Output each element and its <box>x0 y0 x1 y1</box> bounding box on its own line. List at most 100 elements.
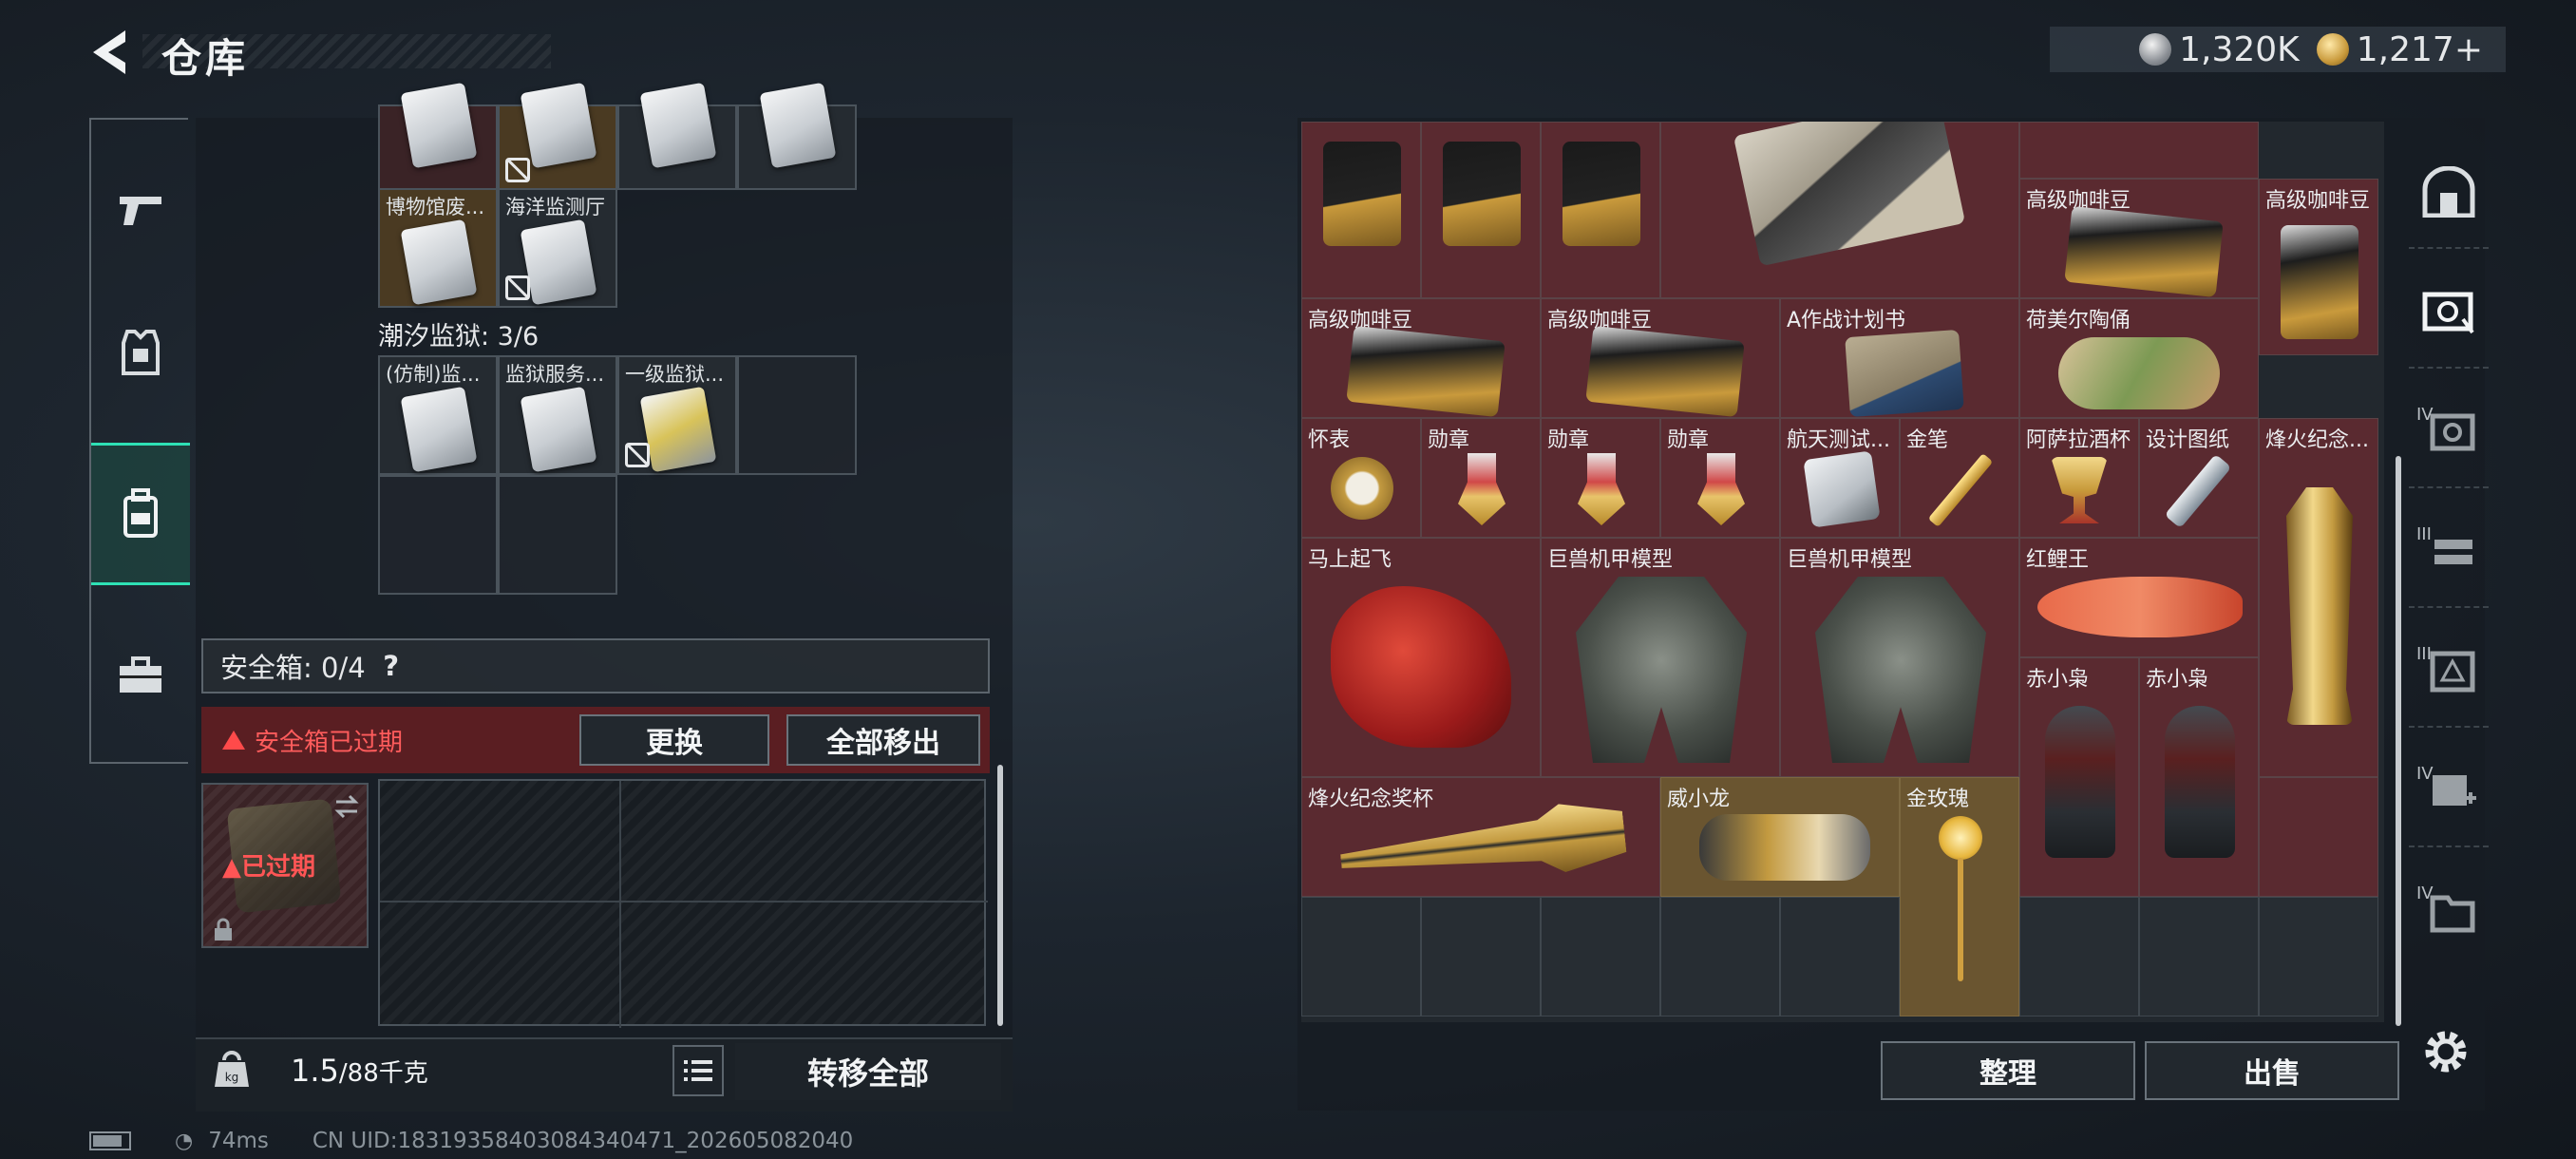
sell-button[interactable]: 出售 <box>2145 1041 2399 1100</box>
armor-vest-icon <box>122 330 160 375</box>
stash-item-coffee-large[interactable]: 高级咖啡豆 <box>1301 298 1541 418</box>
stash-cell-empty[interactable] <box>1780 897 1900 1016</box>
stash-cell-empty[interactable] <box>1421 897 1541 1016</box>
stash-cell-empty[interactable] <box>2259 777 2378 897</box>
stash-item-mech[interactable]: 巨兽机甲模型 <box>1780 538 2019 777</box>
tab-main-stash[interactable] <box>2409 137 2489 249</box>
battery-icon <box>89 1131 131 1150</box>
unbound-icon <box>505 276 530 300</box>
chip-image <box>1733 122 1966 267</box>
stash-item-gold-rose[interactable]: 金玫瑰 <box>1900 777 2019 1016</box>
back-button[interactable] <box>87 27 135 78</box>
nav-weapons[interactable] <box>91 139 190 281</box>
status-footer: ◔ 74ms CN UID:18319358403084340471_20260… <box>89 1129 853 1153</box>
stash-item-chip[interactable] <box>1660 122 2019 298</box>
item-label: 监狱服务... <box>505 363 605 386</box>
tab-stash-3[interactable]: III <box>2409 496 2489 608</box>
stash-item-coffee-large[interactable]: 高级咖啡豆 <box>2019 179 2259 298</box>
move-all-out-button[interactable]: 全部移出 <box>786 714 980 766</box>
stash-item-coffee[interactable] <box>1421 122 1541 298</box>
replace-button[interactable]: 更换 <box>579 714 769 766</box>
tab-stash-2[interactable]: IV <box>2409 376 2489 488</box>
nav-armor[interactable] <box>91 281 190 424</box>
stash-item-coffee-tall[interactable]: 高级咖啡豆 <box>2259 179 2378 355</box>
stash-item-coffee[interactable] <box>1541 122 1660 298</box>
stash-item-dragon[interactable]: 威小龙 <box>1660 777 1900 897</box>
stash-cell-empty[interactable] <box>1660 897 1780 1016</box>
container-cell-empty[interactable] <box>378 475 498 595</box>
stash-scrollbar[interactable] <box>2396 456 2401 1026</box>
trophy-image <box>2286 487 2353 725</box>
keycard-icon <box>759 82 837 169</box>
coffee-bag-image <box>2064 205 2224 298</box>
keycard-icon <box>639 386 717 473</box>
stash-item-pocket-watch[interactable]: 怀表 <box>1301 418 1421 538</box>
stash-item-owl[interactable]: 赤小枭 <box>2139 657 2259 897</box>
tab-stash-5[interactable]: IV <box>2409 735 2489 847</box>
stash-item-gold-pen[interactable]: 金笔 <box>1900 418 2019 538</box>
nav-case[interactable] <box>91 604 190 747</box>
stash-item-medal[interactable]: 勋章 <box>1421 418 1541 538</box>
container-cell[interactable]: 一级监狱... <box>617 355 737 475</box>
container-cell[interactable]: 博物馆废... <box>378 188 498 308</box>
stash-item-horse[interactable]: 马上起飞 <box>1301 538 1541 777</box>
medal-image <box>1578 453 1625 525</box>
goblet-image <box>2051 457 2108 523</box>
stash-item-top[interactable] <box>2019 122 2259 179</box>
stash-grid: 高级咖啡豆 高级咖啡豆 高级咖啡豆 高级咖啡豆 A作战计划书 荷美尔陶俑 怀表 … <box>1301 122 2384 1022</box>
keycard-icon <box>400 218 478 306</box>
left-scrollbar[interactable] <box>997 765 1003 1026</box>
stash-item-blueprint[interactable]: 设计图纸 <box>2139 418 2259 538</box>
stash-item-medal[interactable]: 勋章 <box>1541 418 1660 538</box>
list-view-button[interactable] <box>672 1045 724 1096</box>
item-label: 一级监狱... <box>625 363 725 386</box>
container-cell[interactable] <box>737 82 857 190</box>
container-cell[interactable] <box>378 82 498 190</box>
stash-item-plan-book[interactable]: A作战计划书 <box>1780 298 2019 418</box>
stash-tab-nav: IV III III IV IV <box>2409 118 2489 1030</box>
stash-cell-empty[interactable] <box>1301 897 1421 1016</box>
settings-gear-icon[interactable] <box>2420 1026 2472 1077</box>
stash-item-coffee-large[interactable]: 高级咖啡豆 <box>1541 298 1780 418</box>
backpack-icon <box>123 488 158 538</box>
help-icon[interactable]: ? <box>375 650 407 682</box>
tab-stash-6[interactable]: IV <box>2409 855 2489 967</box>
stash-item-medal[interactable]: 勋章 <box>1660 418 1780 538</box>
container-cell-empty[interactable] <box>498 475 617 595</box>
stash-item-owl[interactable]: 赤小枭 <box>2019 657 2139 897</box>
container-cell[interactable]: 监狱服务... <box>498 355 617 475</box>
owl-figure-image <box>2045 706 2115 858</box>
safe-box-icon <box>2422 292 2474 334</box>
back-arrow-icon <box>93 30 125 74</box>
keycard-icon <box>639 82 717 169</box>
container-cell-empty[interactable] <box>737 355 857 475</box>
stash-item-test-disk[interactable]: 航天测试... <box>1780 418 1900 538</box>
container-cell[interactable]: (仿制)监... <box>378 355 498 475</box>
stash-item-koi[interactable]: 红鲤王 <box>2019 538 2259 657</box>
currency-gold[interactable]: 1,217+ <box>2316 30 2483 69</box>
tab-stash-1[interactable] <box>2409 256 2489 369</box>
transfer-all-button[interactable]: 转移全部 <box>735 1043 1001 1100</box>
container-cell[interactable]: 海洋监测厅 <box>498 188 617 308</box>
stash-cell-empty[interactable] <box>2259 897 2378 1016</box>
weight-value: 1.5/88千克 <box>291 1053 428 1089</box>
padlock-icon <box>215 918 232 940</box>
item-label: (仿制)监... <box>386 363 481 386</box>
stash-item-figurine[interactable]: 荷美尔陶俑 <box>2019 298 2259 418</box>
horse-statue-image <box>1331 586 1511 748</box>
nav-backpack[interactable] <box>91 443 190 585</box>
stash-item-trophy-long[interactable]: 烽火纪念奖杯 <box>1301 777 1660 897</box>
container-cell[interactable] <box>617 82 737 190</box>
stash-cell-empty[interactable] <box>2139 897 2259 1016</box>
safe-box-slot[interactable]: ▲已过期 <box>201 783 369 948</box>
stash-cell-empty[interactable] <box>2019 897 2139 1016</box>
sort-button[interactable]: 整理 <box>1881 1041 2135 1100</box>
swap-icon[interactable] <box>332 792 361 821</box>
stash-item-goblet[interactable]: 阿萨拉酒杯 <box>2019 418 2139 538</box>
tab-stash-4[interactable]: III <box>2409 616 2489 728</box>
stash-item-trophy[interactable]: 烽火纪念... <box>2259 418 2378 777</box>
stash-cell-empty[interactable] <box>1541 897 1660 1016</box>
container-cell[interactable] <box>498 82 617 190</box>
stash-item-mech[interactable]: 巨兽机甲模型 <box>1541 538 1780 777</box>
stash-item-coffee[interactable] <box>1301 122 1421 298</box>
